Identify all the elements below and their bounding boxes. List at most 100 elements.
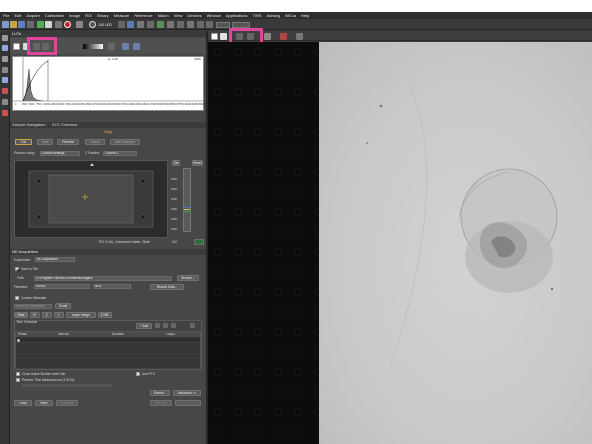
- menu-item[interactable]: Acquire: [26, 13, 40, 18]
- events-button[interactable]: Events...: [150, 390, 170, 396]
- z-slider[interactable]: [183, 168, 191, 232]
- roi-tool-icon[interactable]: [2, 77, 8, 83]
- image-channel-icon[interactable]: [211, 33, 218, 40]
- acquisition-tab[interactable]: Z: [41, 312, 52, 318]
- menu-item[interactable]: Binary: [97, 13, 108, 18]
- z-reset-button[interactable]: Reset: [192, 160, 203, 166]
- image-flip-icon[interactable]: [264, 33, 271, 40]
- remove-phase-icon[interactable]: [155, 323, 160, 328]
- hand-tool-icon[interactable]: [2, 56, 8, 62]
- folder-icon[interactable]: [10, 21, 17, 28]
- zoom-dropdown[interactable]: [216, 22, 230, 28]
- microscope-image[interactable]: [319, 42, 592, 444]
- zoom-tool-icon[interactable]: [2, 45, 8, 51]
- mode-preview-button[interactable]: Preview: [57, 139, 79, 145]
- clear-icon[interactable]: [190, 323, 195, 328]
- browse-button[interactable]: Browse...: [177, 275, 199, 281]
- image-fit-icon[interactable]: [296, 33, 303, 40]
- menu-item[interactable]: Calibration: [45, 13, 64, 18]
- measure-tool-icon[interactable]: [2, 99, 8, 105]
- autosave-button[interactable]: Autosave: [56, 400, 78, 406]
- light-path-icon[interactable]: [197, 21, 204, 28]
- z-position-select[interactable]: Current Z: [103, 151, 137, 156]
- menu-item[interactable]: Macro: [158, 13, 169, 18]
- filter-icon[interactable]: [137, 21, 144, 28]
- add-phase-button[interactable]: + Add: [136, 323, 152, 329]
- menu-item[interactable]: File: [3, 13, 9, 18]
- capture-icon[interactable]: [45, 21, 52, 28]
- camera-icon[interactable]: [177, 21, 184, 28]
- stage-icon[interactable]: [118, 21, 125, 28]
- order-of-experiment-select[interactable]: Order of Experiment:: [14, 304, 52, 309]
- preview-using-select[interactable]: Current settings: [40, 151, 80, 156]
- menu-item[interactable]: View: [174, 13, 183, 18]
- lut-channel-icon[interactable]: [13, 43, 20, 50]
- layout-icon[interactable]: [206, 21, 213, 28]
- focus-icon[interactable]: [167, 21, 174, 28]
- annotation-tool-icon[interactable]: [2, 88, 8, 94]
- record-icon[interactable]: [64, 21, 71, 28]
- mode-area-button[interactable]: Area: [37, 139, 53, 145]
- image-auto-scale-icon[interactable]: [220, 33, 227, 40]
- shutter-icon[interactable]: [127, 21, 134, 28]
- menu-item[interactable]: NELia: [285, 13, 296, 18]
- objective-icon[interactable]: [157, 21, 164, 28]
- move-down-icon[interactable]: [171, 323, 176, 328]
- menu-item[interactable]: Reference: [134, 13, 152, 18]
- save-to-file-checkbox[interactable]: [15, 267, 19, 271]
- menu-item[interactable]: Window: [207, 13, 221, 18]
- lut-fit-icon[interactable]: [122, 43, 129, 50]
- menu-item[interactable]: Measure: [114, 13, 130, 18]
- marker-tool-icon[interactable]: [2, 110, 8, 116]
- menu-item[interactable]: Applications: [226, 13, 248, 18]
- stage-apply-button[interactable]: [194, 239, 204, 245]
- use-pfs-checkbox[interactable]: [136, 372, 140, 376]
- save-button[interactable]: Save: [35, 400, 53, 406]
- image-annotate-icon[interactable]: [280, 33, 287, 40]
- menu-item[interactable]: Devices: [187, 13, 201, 18]
- run-button[interactable]: [175, 400, 201, 406]
- acquisition-tab[interactable]: JOBS: [98, 312, 112, 318]
- path-field[interactable]: C:\Program Files\NIS-Elements\Images\: [34, 276, 172, 281]
- zoom-icon[interactable]: [89, 21, 96, 28]
- z-set-button[interactable]: Set: [172, 160, 180, 166]
- line-tool-icon[interactable]: [2, 67, 8, 73]
- mode-well-selection-button[interactable]: Well Selection: [110, 139, 140, 145]
- lut-split-icon[interactable]: [133, 43, 140, 50]
- pointer-tool-icon[interactable]: [2, 35, 8, 41]
- tab-sample-navigation[interactable]: Sample Navigation: [12, 122, 46, 127]
- mode-points-button[interactable]: Points: [85, 139, 105, 145]
- lut-reset-icon[interactable]: [108, 43, 115, 50]
- settings-icon[interactable]: [187, 21, 194, 28]
- menu-item[interactable]: Image: [69, 13, 80, 18]
- live-icon[interactable]: [27, 21, 34, 28]
- table-row[interactable]: [16, 338, 200, 343]
- filename-field[interactable]: nd.nd2: [34, 284, 90, 289]
- menu-item[interactable]: ROI: [85, 13, 92, 18]
- autoexposure-icon[interactable]: [55, 21, 62, 28]
- mode-full-button[interactable]: Full: [15, 139, 32, 145]
- menu-item[interactable]: TIRS: [252, 13, 261, 18]
- play-icon[interactable]: [37, 21, 44, 28]
- acquisition-tab[interactable]: XY: [29, 312, 40, 318]
- format-select[interactable]: ND2: [93, 284, 131, 289]
- snap-icon[interactable]: [76, 21, 83, 28]
- remove-button[interactable]: Remove: [150, 400, 172, 406]
- timeit-button[interactable]: Timeit: [55, 303, 71, 309]
- menu-item[interactable]: Ashlarg: [267, 13, 281, 18]
- menu-item[interactable]: Edit: [14, 13, 21, 18]
- tab-xyz-overview[interactable]: XYZ Overview: [52, 122, 78, 127]
- acquisition-tab[interactable]: λ: [53, 312, 64, 318]
- custom-metadata-checkbox[interactable]: [15, 296, 19, 300]
- menu-item[interactable]: Help: [301, 13, 309, 18]
- save-icon[interactable]: [18, 21, 25, 28]
- record-data-button[interactable]: Record Data...: [150, 284, 184, 290]
- close-shutter-checkbox[interactable]: [16, 372, 20, 376]
- lamp-icon[interactable]: [147, 21, 154, 28]
- acquisition-tab[interactable]: Large Image: [65, 312, 96, 318]
- advanced-button[interactable]: Advanced >>: [173, 390, 201, 396]
- move-up-icon[interactable]: [163, 323, 168, 328]
- load-button[interactable]: Load: [14, 400, 32, 406]
- perform-time-measurement-checkbox[interactable]: [16, 378, 20, 382]
- acquisition-tab[interactable]: Time: [14, 312, 28, 318]
